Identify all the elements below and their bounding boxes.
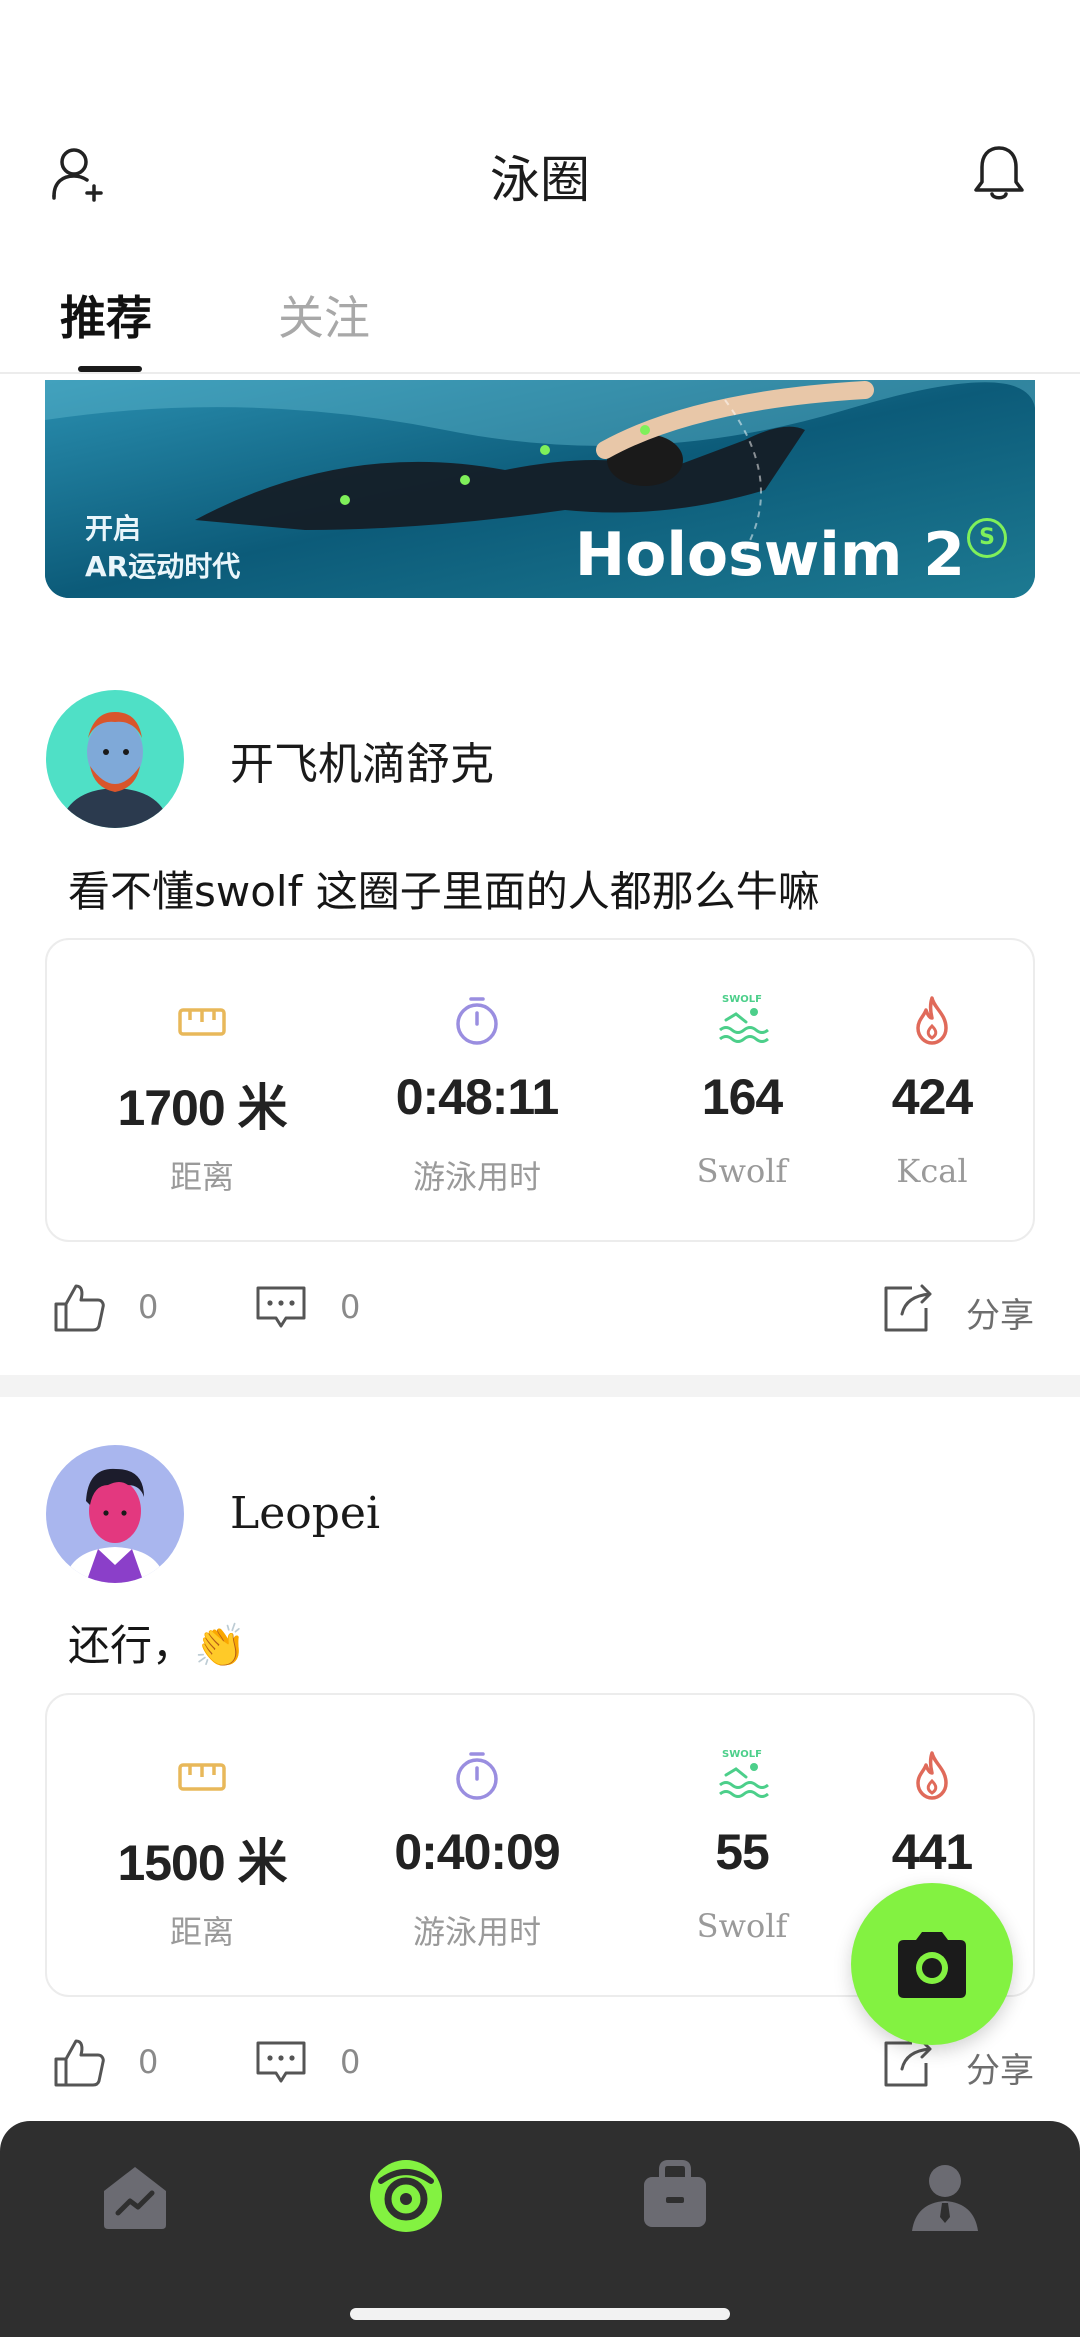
stat-value: 441 [891, 1824, 973, 1880]
chart-icon[interactable] [90, 2151, 180, 2241]
banner-slogan-line2: AR运动时代 [85, 550, 241, 583]
banner-slogan: 开启 AR运动时代 [85, 510, 240, 586]
swolf-icon: SWOLF [719, 994, 769, 1043]
share-icon[interactable] [882, 1280, 936, 1334]
banner-brand: Holoswim 2 [574, 520, 965, 590]
stopwatch-icon [456, 1752, 498, 1800]
comment-icon[interactable] [254, 2035, 308, 2089]
comment-icon[interactable] [254, 1280, 308, 1334]
profile-icon[interactable] [900, 2151, 990, 2241]
comment-count: 0 [340, 1288, 361, 1326]
stat-distance: 1700 米 距离 [92, 940, 312, 1244]
stat-distance: 1500 米 距离 [92, 1695, 312, 1999]
avatar-illustration [46, 1445, 184, 1583]
post-text: 还行，👏 [68, 1621, 247, 1670]
camera-icon [898, 1932, 966, 1998]
stat-label: 距离 [169, 1158, 234, 1196]
swolf-icon-text: SWOLF [722, 994, 762, 1005]
stat-value: 424 [891, 1069, 973, 1125]
stat-label: 游泳用时 [412, 1913, 541, 1951]
goggles-icon[interactable] [361, 2151, 451, 2241]
stat-value: 0:40:09 [394, 1824, 560, 1880]
post-text: 看不懂swolf 这圈子里面的人都那么牛嘛 [68, 867, 820, 916]
bottom-navigation [0, 2121, 1080, 2337]
tab-following[interactable]: 关注 [278, 282, 370, 348]
stat-label: Kcal [896, 1152, 968, 1190]
post-actions: 0 0 分享 [0, 1270, 1080, 1350]
stat-value: 164 [701, 1069, 783, 1125]
like-count: 0 [138, 2043, 159, 2081]
thumbs-up-icon[interactable] [52, 2035, 106, 2089]
active-tab-indicator [78, 366, 142, 372]
stat-label: Swolf [696, 1152, 788, 1190]
thumbs-up-icon[interactable] [52, 1280, 106, 1334]
stat-value: 1500 米 [117, 1835, 287, 1891]
tab-bar: 推荐 关注 [0, 270, 1080, 374]
page-title: 泳圈 [490, 151, 590, 209]
swolf-icon: SWOLF [719, 1749, 769, 1798]
avatar[interactable] [46, 1445, 184, 1583]
stat-value: 1700 米 [117, 1080, 287, 1136]
post-divider [0, 1375, 1080, 1397]
camera-fab-button[interactable] [851, 1883, 1013, 2045]
stat-value: 0:48:11 [395, 1069, 560, 1125]
stat-value: 55 [715, 1824, 770, 1880]
stat-calories: 424 Kcal [822, 940, 1042, 1244]
flame-icon [916, 996, 948, 1045]
banner-brand-badge: S [967, 518, 1007, 558]
stat-label: Swolf [696, 1907, 788, 1945]
flame-icon [916, 1751, 948, 1800]
share-label[interactable]: 分享 [966, 2043, 1034, 2092]
swim-stats-card[interactable]: 1700 米 距离 0:48:11 游泳用时 SWOLF 164 Swolf 4… [45, 938, 1035, 1242]
ruler-icon [178, 1763, 226, 1791]
promo-banner[interactable]: 开启 AR运动时代 Holoswim 2 S [45, 380, 1035, 598]
top-header: 泳圈 推荐 关注 [0, 0, 1080, 374]
username[interactable]: Leopei [230, 1488, 380, 1539]
stat-label: 距离 [169, 1913, 234, 1951]
stat-swolf: SWOLF 164 Swolf [632, 940, 852, 1244]
bell-icon[interactable] [968, 142, 1030, 204]
stat-swim-time: 0:48:11 游泳用时 [367, 940, 587, 1244]
like-count: 0 [138, 1288, 159, 1326]
stat-swolf: SWOLF 55 Swolf [632, 1695, 852, 1999]
share-label[interactable]: 分享 [966, 1288, 1034, 1337]
ruler-icon [178, 1008, 226, 1036]
tab-recommended[interactable]: 推荐 [60, 282, 152, 348]
avatar-illustration [46, 690, 184, 828]
stat-label: 游泳用时 [412, 1158, 541, 1196]
home-indicator [350, 2308, 730, 2320]
avatar[interactable] [46, 690, 184, 828]
stat-swim-time: 0:40:09 游泳用时 [367, 1695, 587, 1999]
banner-slogan-line1: 开启 [85, 512, 142, 545]
comment-count: 0 [340, 2043, 361, 2081]
stopwatch-icon [456, 997, 498, 1045]
bag-icon[interactable] [630, 2151, 720, 2241]
username[interactable]: 开飞机滴舒克 [230, 728, 494, 792]
swolf-icon-text: SWOLF [722, 1749, 762, 1760]
